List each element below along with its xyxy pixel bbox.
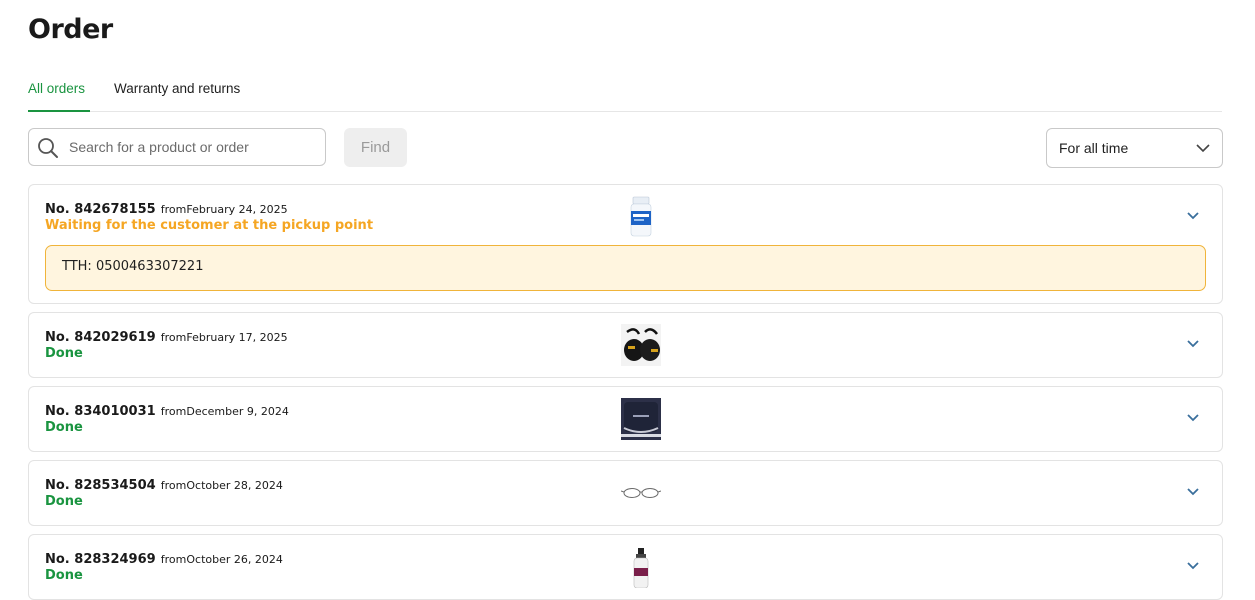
order-card[interactable]: No. 842678155 fromFebruary 24, 2025 Wait… (28, 184, 1223, 304)
search-input[interactable] (69, 129, 319, 165)
active-tab-indicator (28, 110, 90, 112)
tab-all-orders-label: All orders (28, 81, 86, 96)
period-filter-select[interactable]: For all time (1046, 128, 1223, 168)
order-number: No. 828534504 (45, 478, 156, 493)
order-date: fromFebruary 17, 2025 (160, 331, 288, 344)
product-thumbnail-navy-bag[interactable] (621, 398, 661, 440)
order-date: fromOctober 28, 2024 (160, 479, 283, 492)
tab-all-orders[interactable]: All orders (28, 81, 85, 96)
tab-warranty-label: Warranty and returns (114, 81, 241, 96)
order-card[interactable]: No. 834010031 fromDecember 9, 2024 Done (28, 386, 1223, 452)
order-note-box: TTH: 0500463307221 (45, 245, 1206, 291)
product-thumbnail-black-gloves[interactable] (621, 324, 661, 366)
expand-chevron-icon[interactable] (1186, 339, 1200, 349)
chevron-down-icon (1196, 144, 1210, 153)
order-status: Done (45, 420, 83, 435)
order-number: No. 842029619 (45, 330, 156, 345)
order-number: No. 834010031 (45, 404, 156, 419)
tab-warranty-and-returns[interactable]: Warranty and returns (114, 81, 240, 96)
tracking-number: TTH: 0500463307221 (62, 259, 204, 274)
expand-chevron-icon[interactable] (1186, 487, 1200, 497)
expand-chevron-icon[interactable] (1186, 561, 1200, 571)
product-thumbnail-eyeglasses[interactable] (621, 472, 661, 514)
expand-chevron-icon[interactable] (1186, 413, 1200, 423)
order-card[interactable]: No. 828324969 fromOctober 26, 2024 Done (28, 534, 1223, 600)
order-card[interactable]: No. 828534504 fromOctober 28, 2024 Done (28, 460, 1223, 526)
order-status: Done (45, 346, 83, 361)
product-thumbnail-medicine-bottle[interactable] (621, 196, 661, 238)
order-number: No. 842678155 (45, 202, 156, 217)
page-title: Order (28, 14, 113, 45)
order-number: No. 828324969 (45, 552, 156, 567)
order-status: Waiting for the customer at the pickup p… (45, 218, 374, 233)
order-card[interactable]: No. 842029619 fromFebruary 17, 2025 Done (28, 312, 1223, 378)
product-thumbnail-spray-bottle[interactable] (621, 546, 661, 588)
order-date: fromDecember 9, 2024 (160, 405, 289, 418)
search-icon (38, 138, 58, 158)
order-date: fromOctober 26, 2024 (160, 553, 283, 566)
find-button[interactable]: Find (344, 128, 407, 167)
order-status: Done (45, 494, 83, 509)
order-date: fromFebruary 24, 2025 (160, 203, 288, 216)
order-tabs: All orders Warranty and returns (28, 76, 1222, 112)
period-filter-value: For all time (1059, 140, 1129, 156)
expand-chevron-icon[interactable] (1186, 211, 1200, 221)
search-box[interactable] (28, 128, 326, 166)
